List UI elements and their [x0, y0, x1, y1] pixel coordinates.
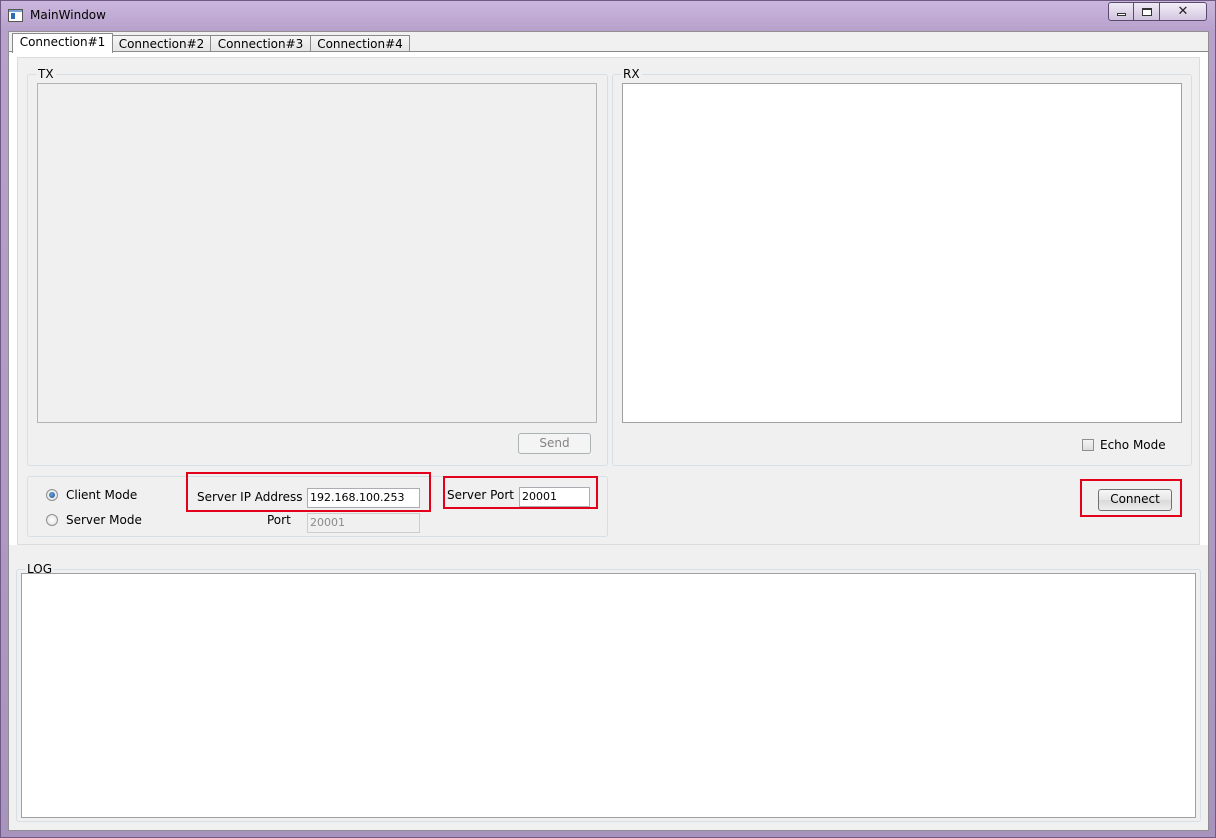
server-ip-input[interactable]: 192.168.100.253: [307, 488, 420, 508]
tab-panel: TX Send RX Echo Mode Client Mode Server …: [9, 51, 1208, 545]
connect-button[interactable]: Connect: [1098, 489, 1172, 511]
server-ip-label: Server IP Address: [197, 490, 303, 504]
tx-group: TX Send: [27, 67, 608, 466]
minimize-button[interactable]: [1108, 2, 1134, 21]
mode-group: Client Mode Server Mode Server IP Addres…: [27, 476, 608, 537]
rx-group-title: RX: [621, 67, 642, 81]
window-title: MainWindow: [30, 8, 106, 22]
app-window-icon: [8, 9, 23, 22]
main-window: MainWindow ✕ Connection#1 Connection#2 C…: [0, 0, 1216, 838]
server-mode-option[interactable]: Server Mode: [46, 513, 142, 527]
server-mode-radio[interactable]: [46, 514, 58, 526]
close-button[interactable]: ✕: [1160, 2, 1207, 21]
client-mode-label: Client Mode: [66, 488, 138, 502]
echo-mode-option[interactable]: Echo Mode: [1082, 438, 1166, 452]
minimize-icon: [1116, 13, 1126, 16]
log-textarea[interactable]: [21, 573, 1196, 818]
maximize-button[interactable]: [1134, 2, 1160, 21]
port-input[interactable]: 20001: [307, 513, 420, 533]
client-mode-radio[interactable]: [46, 489, 58, 501]
rx-group: RX Echo Mode: [612, 67, 1192, 466]
tx-textarea[interactable]: [37, 83, 597, 423]
send-button[interactable]: Send: [518, 433, 591, 454]
tx-group-title: TX: [36, 67, 56, 81]
caption-buttons: ✕: [1108, 2, 1207, 21]
echo-mode-checkbox[interactable]: [1082, 439, 1094, 451]
client-area: Connection#1 Connection#2 Connection#3 C…: [8, 31, 1209, 831]
connection-page: TX Send RX Echo Mode Client Mode Server …: [17, 57, 1200, 545]
server-port-label: Server Port: [447, 488, 514, 502]
rx-textarea[interactable]: [622, 83, 1182, 423]
client-mode-option[interactable]: Client Mode: [46, 488, 137, 502]
tab-connection-1[interactable]: Connection#1: [12, 33, 113, 53]
title-bar[interactable]: MainWindow ✕: [1, 1, 1215, 31]
maximize-icon: [1141, 7, 1152, 16]
port-label: Port: [267, 513, 291, 527]
server-port-input[interactable]: 20001: [519, 487, 590, 507]
server-mode-label: Server Mode: [66, 513, 142, 527]
log-group: LOG: [16, 562, 1201, 822]
echo-mode-label: Echo Mode: [1100, 438, 1166, 452]
close-icon: ✕: [1177, 4, 1189, 19]
